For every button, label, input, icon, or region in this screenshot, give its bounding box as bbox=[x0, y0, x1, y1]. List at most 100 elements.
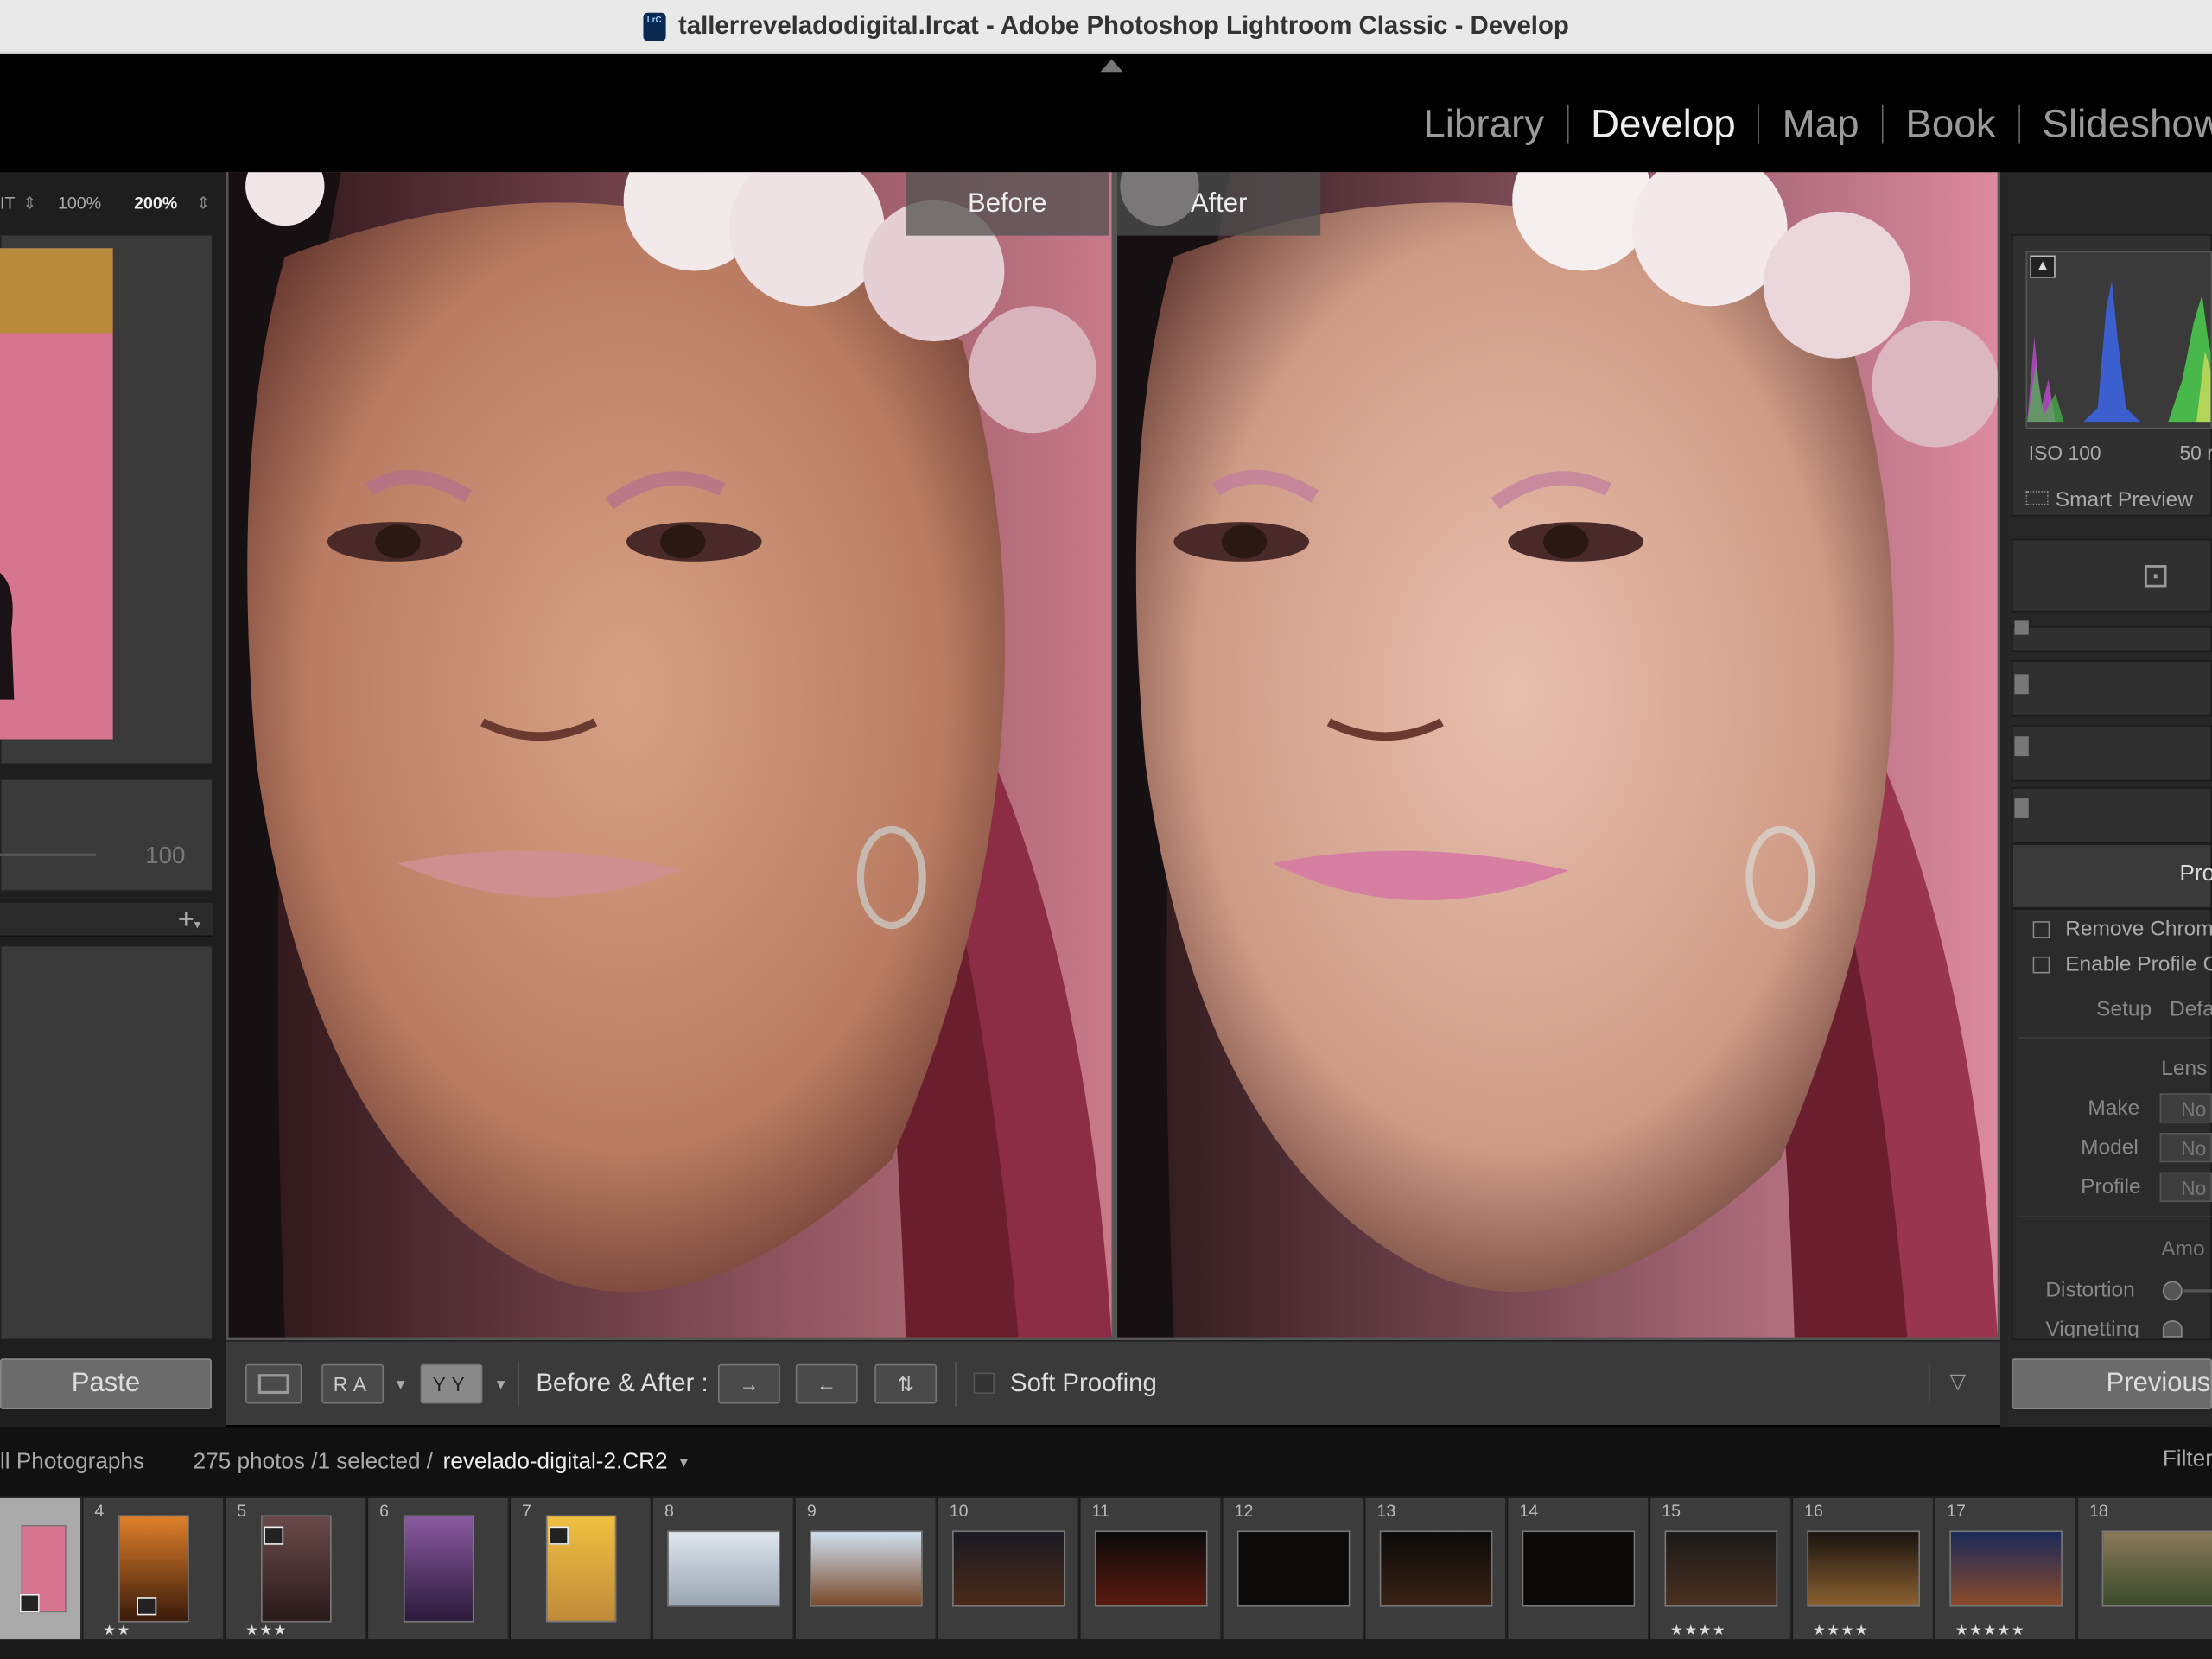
zoom-200[interactable]: 200% bbox=[134, 194, 177, 213]
panel-switch-icon[interactable] bbox=[2014, 798, 2029, 818]
enable-profile-corrections-label[interactable]: Enable Profile C bbox=[2065, 952, 2212, 976]
zoom-stepper-icon[interactable]: ⇕ bbox=[22, 194, 36, 213]
window-title: tallerreveladodigital.lrcat - Adobe Phot… bbox=[677, 11, 1569, 40]
filmstrip-thumbnail bbox=[1663, 1530, 1777, 1607]
collapse-top-panel-icon[interactable] bbox=[1100, 59, 1123, 73]
filmstrip-number: 16 bbox=[1804, 1501, 1823, 1521]
lightroom-window: LrC tallerreveladodigital.lrcat - Adobe … bbox=[0, 0, 2212, 1659]
lens-corrections-tab-profile[interactable]: Pro bbox=[2179, 862, 2212, 887]
soft-proofing-label[interactable]: Soft Proofing bbox=[1010, 1369, 1157, 1398]
remove-chromatic-aberration-label[interactable]: Remove Chrom bbox=[2065, 917, 2212, 941]
toolbar-separator bbox=[518, 1361, 519, 1407]
make-select[interactable]: No bbox=[2159, 1093, 2212, 1123]
plus-icon[interactable]: +▾ bbox=[178, 905, 200, 938]
chevron-down-icon[interactable]: ▾ bbox=[680, 1453, 688, 1471]
shadow-clipping-icon[interactable]: ▲ bbox=[2030, 255, 2056, 278]
navigator-figure bbox=[0, 572, 15, 700]
filmstrip-cell[interactable]: 16 ★★★★ bbox=[1793, 1497, 1935, 1640]
zoom-100[interactable]: 100% bbox=[58, 194, 101, 213]
before-after-left-right-button[interactable]: RA bbox=[321, 1363, 385, 1404]
before-after-split-button[interactable]: YY bbox=[420, 1363, 483, 1404]
module-library[interactable]: Library bbox=[1423, 102, 1544, 147]
filmstrip-thumbnail bbox=[1094, 1530, 1207, 1607]
filmstrip-filename[interactable]: revelado-digital-2.CR2 bbox=[443, 1450, 668, 1475]
filmstrip-cell[interactable]: 12 bbox=[1223, 1497, 1364, 1640]
filmstrip-thumbnail bbox=[951, 1530, 1065, 1607]
filmstrip-cell[interactable]: 13 bbox=[1365, 1497, 1507, 1640]
distortion-slider-track[interactable] bbox=[2183, 1289, 2212, 1293]
crop-tool-icon[interactable]: ⊡ bbox=[2141, 556, 2170, 596]
module-separator bbox=[1758, 104, 1760, 144]
filmstrip-thumbnail bbox=[2101, 1530, 2212, 1607]
zoom-fit[interactable]: IT bbox=[0, 194, 15, 213]
filmstrip-cell[interactable]: 6 bbox=[368, 1497, 510, 1640]
vignetting-label: Vignetting bbox=[2045, 1317, 2139, 1338]
after-label: After bbox=[1117, 172, 1321, 236]
filmstrip-thumbnail bbox=[809, 1530, 922, 1607]
filmstrip-cell[interactable]: 14 bbox=[1508, 1497, 1649, 1640]
panel-switch-icon[interactable] bbox=[2014, 736, 2029, 757]
filmstrip-cell[interactable]: 8 bbox=[652, 1497, 795, 1640]
soft-proofing-checkbox[interactable] bbox=[973, 1372, 995, 1395]
panel-switch-icon[interactable] bbox=[2014, 674, 2029, 695]
star-rating: ★★★★★ bbox=[1955, 1624, 2026, 1640]
previous-button[interactable]: Previous bbox=[2012, 1358, 2212, 1410]
chevron-down-icon[interactable]: ▾ bbox=[497, 1374, 505, 1394]
enable-profile-corrections-checkbox[interactable] bbox=[2032, 956, 2050, 974]
tool-strip bbox=[2012, 538, 2212, 613]
paste-button[interactable]: Paste bbox=[0, 1358, 212, 1410]
filmstrip-cell[interactable]: 15 ★★★★ bbox=[1650, 1497, 1792, 1640]
module-picker: Library Develop Map Book Slideshow bbox=[1423, 102, 2212, 147]
before-portrait-image bbox=[228, 172, 1112, 1338]
panel-switch-icon[interactable] bbox=[2014, 620, 2029, 635]
profile-select[interactable]: No bbox=[2159, 1172, 2212, 1203]
loupe-view-button[interactable] bbox=[245, 1363, 302, 1404]
smart-preview-label[interactable]: Smart Preview bbox=[2056, 488, 2193, 512]
module-develop[interactable]: Develop bbox=[1591, 102, 1736, 147]
copy-before-to-after-button[interactable]: → bbox=[718, 1363, 780, 1404]
before-photo[interactable]: Before bbox=[228, 172, 1112, 1338]
module-book[interactable]: Book bbox=[1905, 102, 1995, 147]
filmstrip-number: 11 bbox=[1091, 1501, 1110, 1521]
swap-before-after-button[interactable]: ⇅ bbox=[874, 1363, 938, 1404]
filmstrip-cell[interactable]: 11 bbox=[1080, 1497, 1222, 1640]
module-slideshow[interactable]: Slideshow bbox=[2042, 102, 2212, 147]
copy-after-to-before-button[interactable]: ← bbox=[795, 1363, 858, 1404]
filmstrip-thumbnail bbox=[1948, 1530, 2063, 1607]
histogram: ▲ bbox=[2025, 251, 2212, 429]
toolbar-menu-chevron-icon[interactable]: ▽ bbox=[1949, 1369, 1966, 1394]
zoom-stepper-icon[interactable]: ⇕ bbox=[196, 194, 210, 213]
filmstrip-number: 13 bbox=[1376, 1501, 1396, 1521]
filmstrip-cell[interactable]: 5 ★★★ bbox=[226, 1497, 367, 1640]
remove-chromatic-aberration-checkbox[interactable] bbox=[2032, 921, 2050, 938]
filter-label[interactable]: Filter bbox=[2163, 1447, 2212, 1472]
navigator-thumbnail[interactable] bbox=[0, 248, 113, 740]
module-map[interactable]: Map bbox=[1783, 102, 1859, 147]
filmstrip-cell[interactable]: 18 bbox=[2077, 1497, 2212, 1640]
distortion-slider-thumb[interactable] bbox=[2162, 1281, 2183, 1301]
model-select[interactable]: No bbox=[2159, 1133, 2212, 1163]
navigator-backdrop-top bbox=[0, 248, 113, 334]
filmstrip-cell[interactable]: 7 bbox=[511, 1497, 652, 1640]
filmstrip-number: 5 bbox=[237, 1501, 247, 1521]
after-portrait-image bbox=[1117, 172, 1998, 1338]
filmstrip-cell[interactable]: 9 bbox=[795, 1497, 938, 1640]
amount-slider[interactable] bbox=[0, 853, 97, 857]
setup-value[interactable]: Defa bbox=[2170, 997, 2212, 1021]
chevron-down-icon[interactable]: ▾ bbox=[397, 1374, 405, 1394]
vignetting-slider-thumb[interactable] bbox=[2162, 1320, 2183, 1338]
filmstrip-number: 8 bbox=[664, 1501, 674, 1521]
filmstrip-thumbnail bbox=[1521, 1530, 1635, 1607]
filmstrip-cell[interactable] bbox=[0, 1497, 82, 1640]
filmstrip-cell[interactable]: 4 ★★ bbox=[83, 1497, 225, 1640]
filmstrip-source[interactable]: ll Photographs bbox=[0, 1450, 144, 1475]
virtual-copy-icon bbox=[264, 1526, 284, 1545]
filmstrip-cell[interactable]: 17 ★★★★★ bbox=[1935, 1497, 2077, 1640]
filmstrip-thumbnail bbox=[666, 1530, 780, 1607]
filmstrip-number: 6 bbox=[379, 1501, 390, 1521]
amount-heading: Amo bbox=[2161, 1236, 2205, 1262]
star-rating: ★★★ bbox=[245, 1624, 288, 1640]
filmstrip-cell[interactable]: 10 bbox=[938, 1497, 1079, 1640]
profile-label: Profile bbox=[2081, 1174, 2141, 1199]
after-photo[interactable]: After bbox=[1117, 172, 1998, 1338]
